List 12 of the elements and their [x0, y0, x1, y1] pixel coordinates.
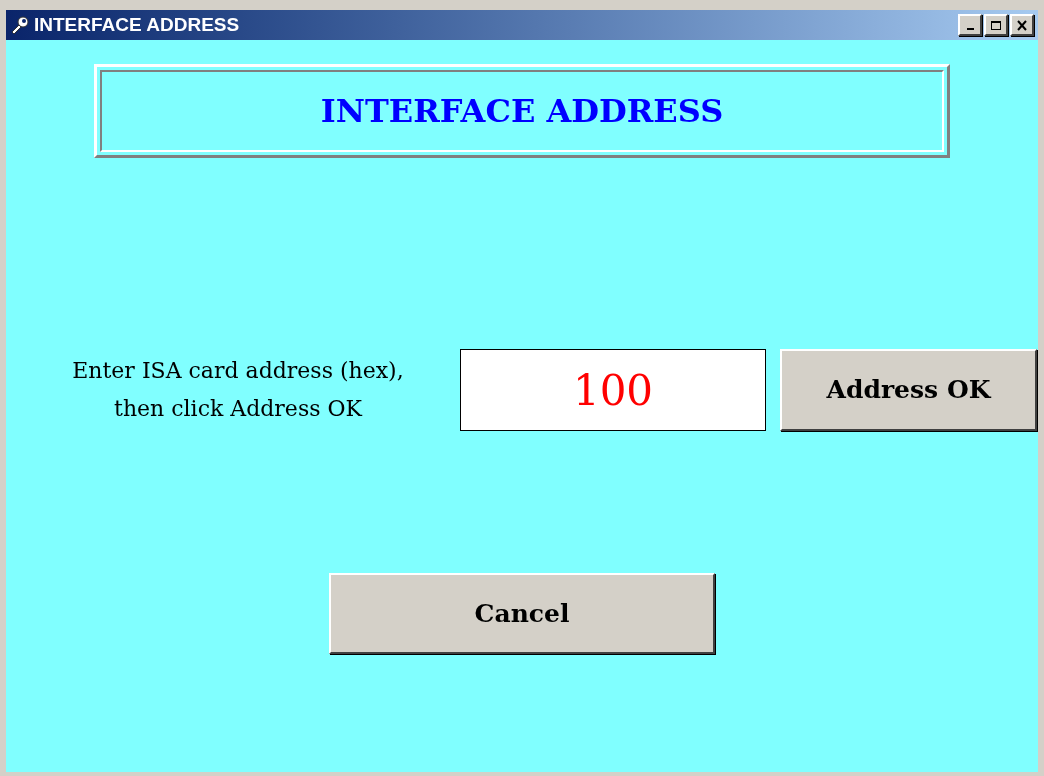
close-button[interactable] [1010, 14, 1034, 36]
cancel-button[interactable]: Cancel [329, 573, 715, 654]
close-icon [1016, 19, 1028, 31]
maximize-icon [990, 19, 1002, 31]
maximize-button[interactable] [984, 14, 1008, 36]
minimize-icon [966, 27, 974, 30]
minimize-button[interactable] [958, 14, 982, 36]
heading-text: INTERFACE ADDRESS [320, 91, 724, 132]
address-input-field[interactable]: 100 [460, 349, 766, 431]
instruction-text: Enter ISA card address (hex), then click Address OK [71, 357, 405, 423]
address-ok-button[interactable]: Address OK [780, 349, 1037, 431]
window-title: INTERFACE ADDRESS [34, 12, 240, 37]
